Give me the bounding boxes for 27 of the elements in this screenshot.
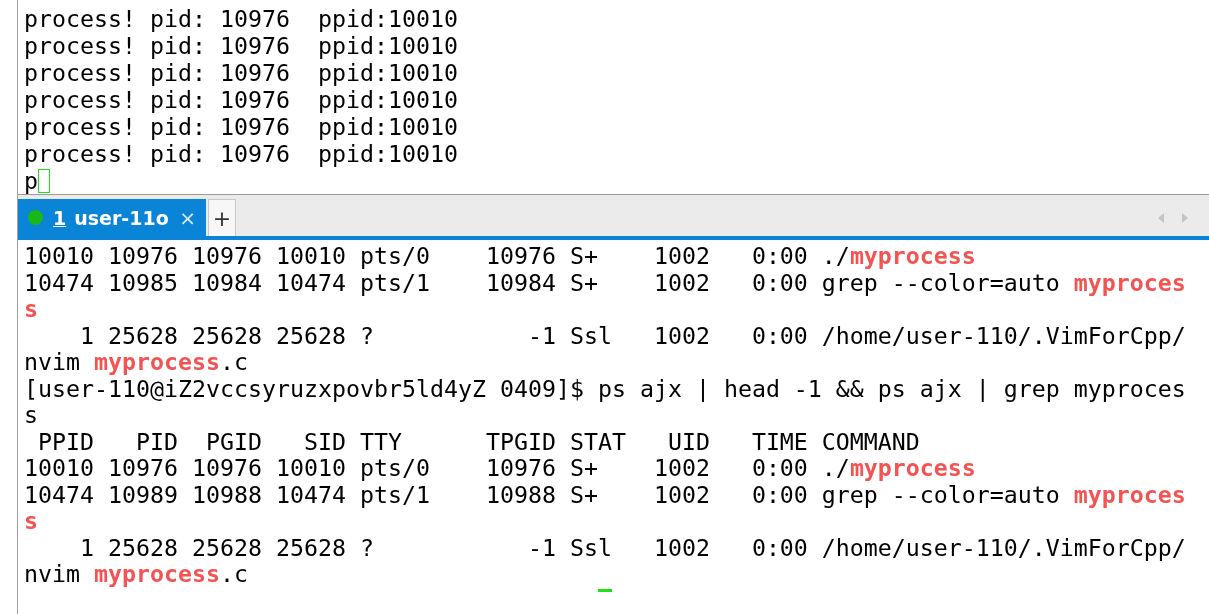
terminal-line: process! pid: 10976 ppid:10010 [24, 113, 458, 140]
terminal-line: [user-110@iZ2vccsyruzxpovbr5ld4yZ 0409]$ ps ajx | head -1 && ps ajx | grep myproces [24, 375, 1186, 402]
tab-number: 1 [53, 206, 67, 229]
terminal-line: PPID PID PGID SID TTY TPGID STAT UID TIME COMMAND [37, 428, 920, 455]
terminal-line: process! pid: 10976 ppid:10010 [24, 32, 458, 59]
close-icon[interactable]: × [179, 205, 196, 230]
terminal-line: 10010 10976 10976 10010 pts/0 10976 S+ 1002 0:00 ./myprocess [24, 243, 976, 270]
terminal-line: process! pid: 10976 ppid:10010 [24, 59, 458, 86]
terminal-line: nvim myprocess.c [24, 561, 248, 588]
terminal-line: s [24, 508, 38, 535]
terminal-line: 10474 10985 10984 10474 pts/1 10984 S+ 1002 0:00 grep --color=auto myproces [24, 269, 1186, 296]
terminal-line: process! pid: 10976 ppid:10010 [24, 5, 458, 32]
terminal-line: process! pid: 10976 ppid:10010 [24, 86, 458, 113]
terminal-line: 10010 10976 10976 10010 pts/0 10976 S+ 1002 0:00 ./myprocess [24, 455, 976, 482]
terminal-line: s [24, 402, 38, 429]
scroll-right-icon[interactable] [1181, 211, 1189, 224]
terminal-line: process! pid: 10976 ppid:10010 [24, 140, 458, 167]
terminal-line: nvim myprocess.c [24, 349, 248, 376]
tab-label: user-11o [74, 206, 169, 229]
terminal-line: p [24, 167, 38, 194]
terminal-line: s [24, 296, 38, 323]
new-tab-button[interactable]: + [208, 199, 236, 236]
terminal-line: 10474 10989 10988 10474 pts/1 10988 S+ 1002 0:00 grep --color=auto myproces [24, 481, 1186, 508]
scroll-left-icon[interactable] [1157, 211, 1165, 224]
session-tab[interactable]: 1 user-11o × [18, 199, 206, 236]
terminal-line: 1 25628 25628 25628 ? -1 Ssl 1002 0:00 /home/user-110/.VimForCpp/ [79, 534, 1186, 561]
terminal-line: 1 25628 25628 25628 ? -1 Ssl 1002 0:00 /home/user-110/.VimForCpp/ [79, 322, 1186, 349]
